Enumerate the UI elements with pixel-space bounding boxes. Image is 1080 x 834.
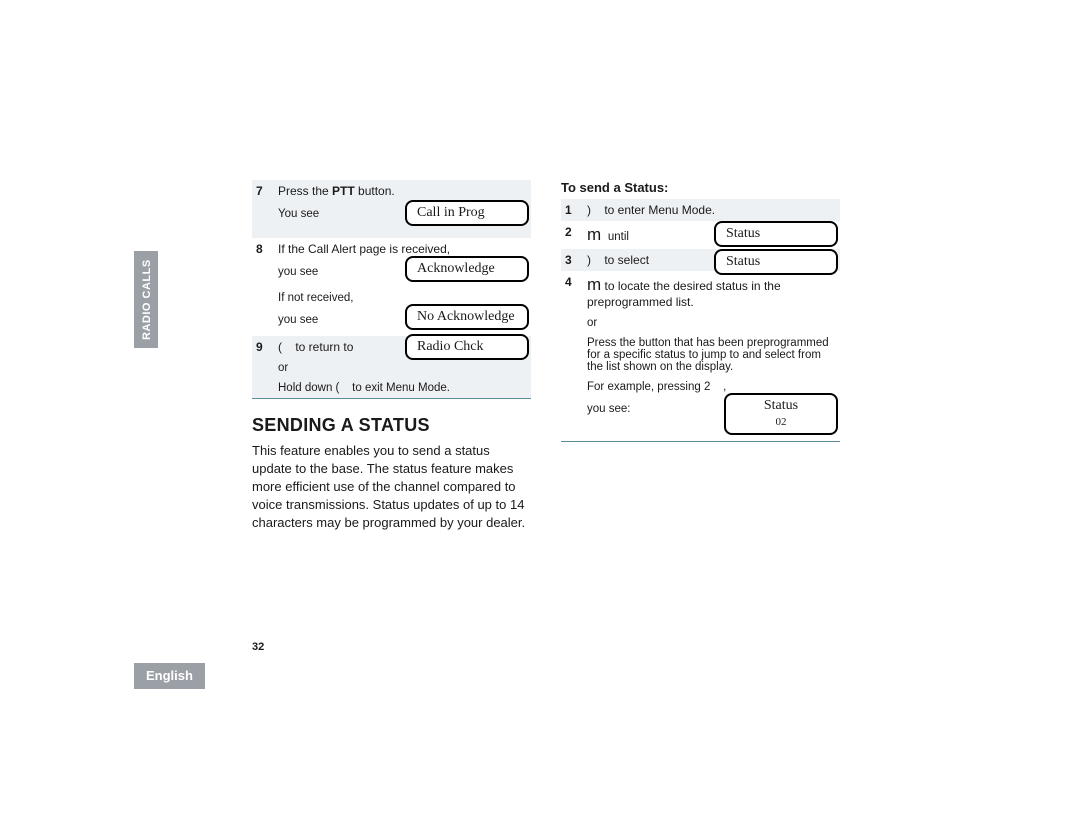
- step-text: to enter Menu Mode.: [604, 203, 715, 217]
- table-divider: [561, 441, 840, 442]
- lcd-radio-chck: Radio Chck: [405, 334, 529, 360]
- side-tab-label: RADIO CALLS: [141, 259, 153, 340]
- table-row: or: [561, 313, 840, 333]
- step-number: 9: [252, 336, 274, 358]
- table-row: or: [252, 358, 531, 378]
- back-icon: (: [278, 340, 282, 354]
- step-text: Press the button that has been preprogra…: [583, 333, 840, 377]
- table-divider: [252, 398, 531, 399]
- table-row: Press the button that has been preprogra…: [561, 333, 840, 377]
- lcd-status: Status: [714, 249, 838, 275]
- step-number: 4: [561, 271, 583, 313]
- table-row: 7 Press the PTT button.: [252, 180, 531, 202]
- step-number: 8: [252, 238, 274, 260]
- content-columns: 7 Press the PTT button. You see Call in …: [252, 180, 840, 532]
- table-row: 4 m to locate the desired status in the …: [561, 271, 840, 313]
- step-text: to select: [604, 253, 649, 267]
- left-column: 7 Press the PTT button. You see Call in …: [252, 180, 531, 532]
- lcd-status: Status: [714, 221, 838, 247]
- lcd-call-in-prog: Call in Prog: [405, 200, 529, 226]
- lcd-acknowledge: Acknowledge: [405, 256, 529, 282]
- step-text: Press the PTT button.: [274, 180, 531, 202]
- step-number: 1: [561, 199, 583, 221]
- back-icon: (: [336, 382, 340, 394]
- right-steps-table: 1 ) to enter Menu Mode. 2 m until Status: [561, 199, 840, 442]
- lcd-status-02: Status 02: [724, 393, 838, 435]
- step-text: to locate the desired status in the prep…: [587, 279, 781, 309]
- table-row: you see No Acknowledge: [252, 308, 531, 336]
- you-see-label: you see:: [587, 403, 630, 415]
- side-tab-radio-calls: RADIO CALLS: [134, 251, 158, 348]
- table-row: 3 ) to select Status: [561, 249, 840, 271]
- select-icon: ): [587, 253, 591, 267]
- you-see-label: you see: [278, 266, 318, 278]
- language-tab: English: [134, 663, 205, 689]
- table-row: you see: Status 02: [561, 397, 840, 441]
- language-label: English: [146, 668, 193, 683]
- table-row: 9 ( to return to Radio Chck: [252, 336, 531, 358]
- section-heading: SENDING A STATUS: [252, 415, 531, 436]
- page: RADIO CALLS English 32 7 Press the PTT b…: [0, 0, 1080, 834]
- step-number: 2: [561, 221, 583, 249]
- select-icon: ): [587, 203, 591, 217]
- page-number: 32: [252, 641, 264, 653]
- section-body: This feature enables you to send a statu…: [252, 442, 531, 532]
- you-see-label: You see: [278, 208, 319, 220]
- table-row: 2 m until Status: [561, 221, 840, 249]
- step-text: until: [608, 231, 629, 243]
- step-number: 3: [561, 249, 583, 271]
- right-column: To send a Status: 1 ) to enter Menu Mode…: [561, 180, 840, 532]
- step-number: 7: [252, 180, 274, 202]
- or-label: or: [274, 358, 531, 378]
- return-text: to return to: [295, 340, 353, 354]
- scroll-icon: m: [587, 275, 601, 294]
- table-row: You see Call in Prog: [252, 202, 531, 238]
- you-see-label: you see: [278, 314, 318, 326]
- lcd-no-ack: No Acknowledge: [405, 304, 529, 330]
- to-send-status-heading: To send a Status:: [561, 180, 840, 195]
- scroll-icon: m: [587, 225, 601, 244]
- or-label: or: [583, 313, 840, 333]
- table-row: 1 ) to enter Menu Mode.: [561, 199, 840, 221]
- left-steps-table: 7 Press the PTT button. You see Call in …: [252, 180, 531, 399]
- table-row: Hold down ( to exit Menu Mode.: [252, 378, 531, 398]
- table-row: you see Acknowledge: [252, 260, 531, 288]
